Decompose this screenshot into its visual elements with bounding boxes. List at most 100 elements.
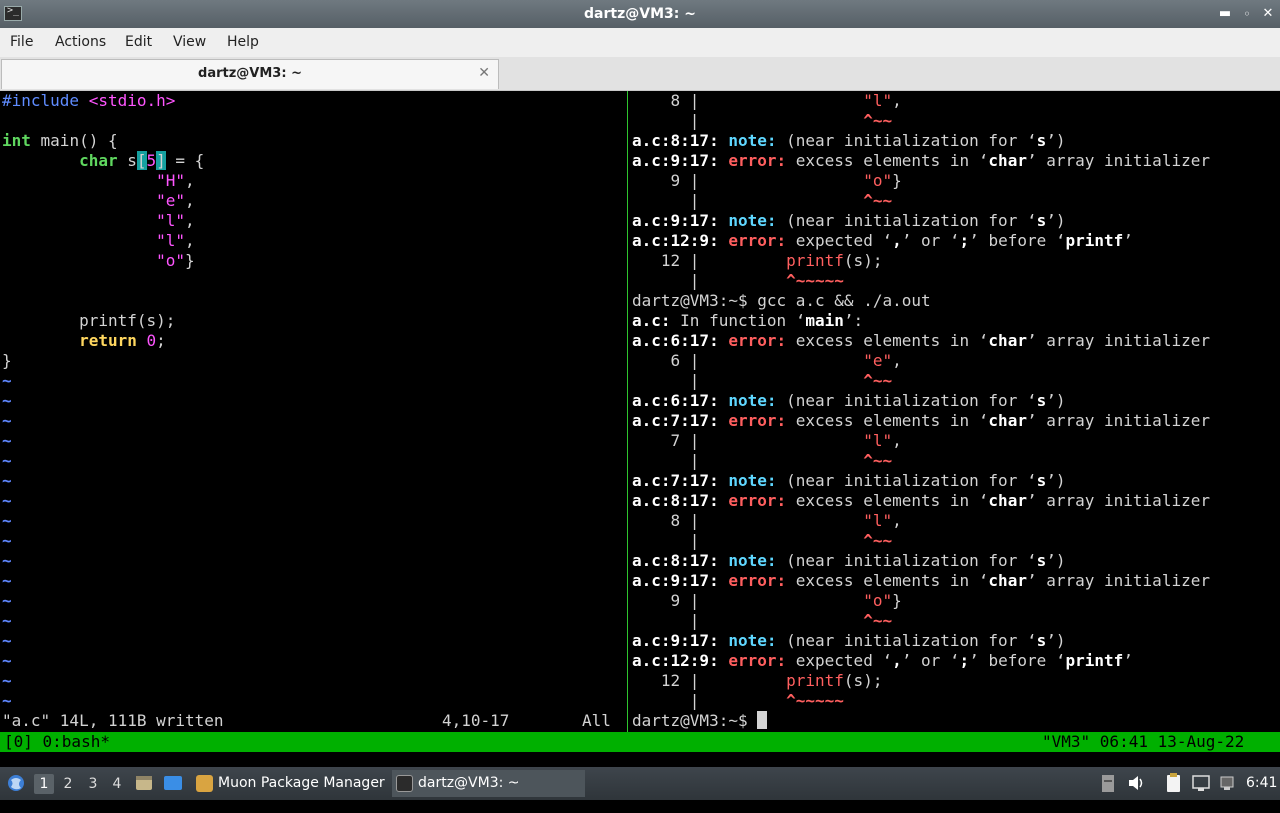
minimize-icon[interactable]: ▬: [1217, 6, 1233, 22]
terminal-output-line: a.c:12:9: error: expected ‘,’ or ‘;’ bef…: [632, 231, 1133, 250]
terminal-bottom-margin: [0, 752, 1280, 767]
terminal-output-line: 6 | "e",: [632, 351, 902, 370]
terminal-icon: [396, 775, 413, 792]
terminal-output-line: | ^~~~~~: [632, 691, 844, 710]
code-line: return 0;: [79, 331, 166, 350]
tab-label: dartz@VM3: ~: [198, 66, 302, 81]
terminal-output-line: | ^~~: [632, 611, 893, 630]
vim-empty-line-marker: ~: [2, 431, 12, 450]
vim-empty-line-marker: ~: [2, 671, 12, 690]
menu-file[interactable]: File: [10, 28, 33, 57]
terminal-output-line: 9 | "o"}: [632, 171, 902, 190]
code-line: "e",: [156, 191, 195, 210]
terminal-output-line: a.c:9:17: note: (near initialization for…: [632, 631, 1066, 650]
terminal-output-line: 12 | printf(s);: [632, 251, 883, 270]
volume-icon[interactable]: [1126, 767, 1146, 800]
menu-bar: File Actions Edit View Help: [0, 28, 1280, 58]
terminal-output-line: | ^~~: [632, 531, 893, 550]
shell-prompt: dartz@VM3:~$: [632, 711, 768, 731]
window-titlebar[interactable]: >_ dartz@VM3: ~ ▬ ◦ ✕: [0, 0, 1280, 28]
terminal-output-line: a.c:9:17: error: excess elements in ‘cha…: [632, 571, 1210, 590]
tmux-session-window: [0] 0:bash*: [4, 732, 110, 751]
vim-status-message: "a.c" 14L, 111B written: [2, 711, 224, 730]
vim-empty-line-marker: ~: [2, 471, 12, 490]
code-line: "H",: [156, 171, 195, 190]
taskbar-muon-package-manager[interactable]: Muon Package Manager: [192, 770, 388, 797]
display-icon[interactable]: [1218, 767, 1236, 800]
terminal-area[interactable]: #include <stdio.h> int main() { char s[5]…: [0, 91, 1280, 732]
terminal-output-line: 8 | "l",: [632, 511, 902, 530]
vim-empty-line-marker: ~: [2, 531, 12, 550]
vim-empty-line-marker: ~: [2, 491, 12, 510]
tmux-status-bar: [0] 0:bash* "VM3" 06:41 13-Aug-22: [0, 732, 1280, 752]
terminal-output-line: | ^~~: [632, 191, 893, 210]
vim-empty-line-marker: ~: [2, 691, 12, 710]
terminal-output-line: | ^~~~~~: [632, 271, 844, 290]
taskbar: 1 2 3 4 Muon Package Manager dartz@VM3: …: [0, 767, 1280, 800]
workspace-4[interactable]: 4: [107, 774, 127, 794]
taskbar-terminal[interactable]: dartz@VM3: ~: [392, 770, 585, 797]
vim-empty-line-marker: ~: [2, 451, 12, 470]
code-line: }: [2, 351, 12, 370]
menu-actions[interactable]: Actions: [55, 28, 106, 57]
code-line: #include <stdio.h>: [2, 91, 176, 110]
vim-empty-line-marker: ~: [2, 591, 12, 610]
vim-empty-line-marker: ~: [2, 511, 12, 530]
tmux-host-clock: "VM3" 06:41 13-Aug-22: [1042, 732, 1245, 751]
terminal-output-line: a.c:7:17: error: excess elements in ‘cha…: [632, 411, 1210, 430]
terminal-output-line: a.c:12:9: error: expected ‘,’ or ‘;’ bef…: [632, 651, 1133, 670]
workspace-3[interactable]: 3: [83, 774, 103, 794]
vim-scroll-indicator: All: [582, 711, 611, 730]
terminal-output-line: | ^~~: [632, 111, 893, 130]
terminal-output-line: a.c:9:17: note: (near initialization for…: [632, 211, 1066, 230]
workspace-2[interactable]: 2: [58, 774, 78, 794]
terminal-output-line: a.c:8:17: error: excess elements in ‘cha…: [632, 491, 1210, 510]
vim-empty-line-marker: ~: [2, 551, 12, 570]
code-line: "l",: [156, 211, 195, 230]
terminal-output-line: a.c:6:17: error: excess elements in ‘cha…: [632, 331, 1210, 350]
vim-cursor-position: 4,10-17: [442, 711, 510, 730]
menu-edit[interactable]: Edit: [125, 28, 152, 57]
close-icon[interactable]: ✕: [1260, 6, 1276, 22]
tab-close-icon[interactable]: ✕: [478, 65, 490, 81]
trash-icon[interactable]: [1099, 767, 1117, 800]
vim-empty-line-marker: ~: [2, 411, 12, 430]
terminal-output-line: a.c:9:17: error: excess elements in ‘cha…: [632, 151, 1210, 170]
code-line: "l",: [156, 231, 195, 250]
terminal-output-line: | ^~~: [632, 451, 893, 470]
file-manager-icon[interactable]: [134, 767, 154, 800]
vim-empty-line-marker: ~: [2, 611, 12, 630]
taskbar-terminal-label: dartz@VM3: ~: [418, 775, 520, 791]
terminal-output-line: a.c:8:17: note: (near initialization for…: [632, 551, 1066, 570]
vim-empty-line-marker: ~: [2, 371, 12, 390]
vim-empty-line-marker: ~: [2, 631, 12, 650]
workspace-1[interactable]: 1: [34, 774, 54, 794]
taskbar-muon-label: Muon Package Manager: [218, 775, 385, 791]
vim-empty-line-marker: ~: [2, 651, 12, 670]
menu-help[interactable]: Help: [227, 28, 259, 57]
code-line: "o"}: [156, 251, 195, 270]
terminal-output-line: 7 | "l",: [632, 431, 902, 450]
terminal-output-line: | ^~~: [632, 371, 893, 390]
window-title: dartz@VM3: ~: [584, 6, 696, 22]
taskbar-clock[interactable]: 6:41: [1246, 767, 1277, 800]
network-icon[interactable]: [1191, 767, 1211, 800]
vim-empty-line-marker: ~: [2, 391, 12, 410]
terminal-output-line: 8 | "l",: [632, 91, 902, 110]
start-menu-icon[interactable]: [5, 767, 27, 800]
vim-pane[interactable]: #include <stdio.h> int main() { char s[5]…: [0, 91, 627, 732]
shell-pane[interactable]: 8 | "l", | ^~~ a.c:8:17: note: (near init…: [628, 91, 1280, 732]
tab-terminal[interactable]: dartz@VM3: ~ ✕: [1, 59, 499, 89]
terminal-output-line: a.c:7:17: note: (near initialization for…: [632, 471, 1066, 490]
code-line: char s[5] = {: [79, 151, 205, 170]
code-line: printf(s);: [2, 311, 176, 330]
terminal-output-line: a.c:8:17: note: (near initialization for…: [632, 131, 1066, 150]
tab-bar: dartz@VM3: ~ ✕: [0, 57, 1280, 91]
clipboard-icon[interactable]: [1163, 767, 1183, 800]
terminal-output-line: a.c: In function ‘main’:: [632, 311, 864, 330]
maximize-icon[interactable]: ◦: [1239, 6, 1255, 22]
terminal-output-line: 12 | printf(s);: [632, 671, 883, 690]
show-desktop-icon[interactable]: [162, 767, 184, 800]
menu-view[interactable]: View: [173, 28, 206, 57]
package-icon: [196, 775, 213, 792]
